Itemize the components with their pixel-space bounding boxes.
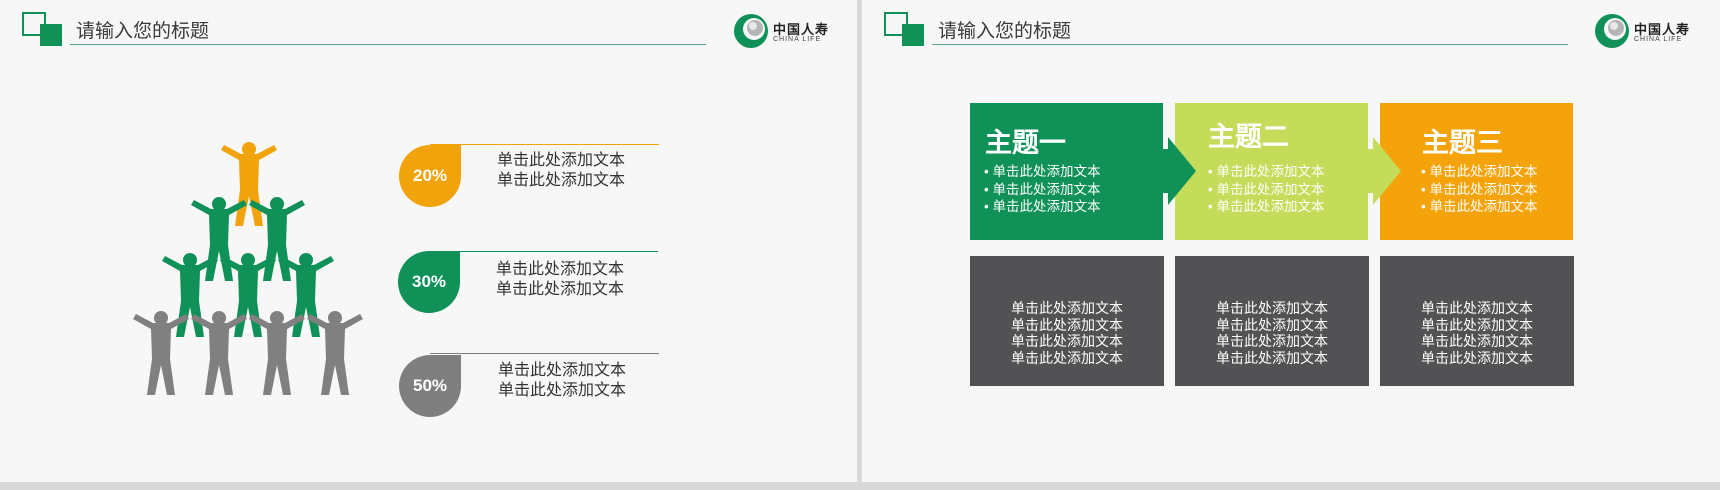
topic-title: 主题一	[985, 128, 1066, 158]
text-panel-3[interactable]: 单击此处添加文本 单击此处添加文本 单击此处添加文本 单击此处添加文本	[1380, 256, 1574, 386]
row-divider	[430, 353, 659, 354]
logo-text-en: CHINA LIFE	[773, 36, 822, 43]
panel-line: 单击此处添加文本	[1216, 316, 1328, 333]
row-text-line: 单击此处添加文本	[497, 172, 626, 189]
bullet-item: • 单击此处添加文本	[1421, 181, 1538, 197]
header-square-fill	[40, 24, 62, 46]
row-text-line: 单击此处添加文本	[498, 382, 627, 399]
bullet-item: • 单击此处添加文本	[1208, 181, 1325, 197]
panel-line: 单击此处添加文本	[1011, 300, 1123, 316]
china-life-logo-icon	[1595, 14, 1629, 48]
title-underline	[932, 44, 1568, 45]
panel-line: 单击此处添加文本	[1421, 349, 1533, 366]
row-text[interactable]: 单击此处添加文本 单击此处添加文本	[496, 260, 624, 300]
china-life-logo: 中国人寿 CHINA LIFE	[1594, 13, 1704, 49]
bullet-item: • 单击此处添加文本	[984, 164, 1101, 179]
panel-line: 单击此处添加文本	[1216, 300, 1328, 316]
china-life-logo: 中国人寿 CHINA LIFE	[733, 13, 843, 49]
panel-line: 单击此处添加文本	[1216, 333, 1328, 349]
panel-text: 单击此处添加文本 单击此处添加文本 单击此处添加文本 单击此处添加文本	[970, 300, 1164, 366]
topic-bullets: • 单击此处添加文本 • 单击此处添加文本 • 单击此处添加文本	[984, 163, 1100, 216]
topic-title: 主题二	[1208, 122, 1289, 152]
row-text-line: 单击此处添加文本	[498, 362, 627, 379]
arrow-right-icon	[1160, 137, 1196, 205]
arrow-right-icon	[1365, 137, 1401, 205]
text-panel-2[interactable]: 单击此处添加文本 单击此处添加文本 单击此处添加文本 单击此处添加文本	[1175, 256, 1369, 386]
row-text[interactable]: 单击此处添加文本 单击此处添加文本	[498, 361, 626, 401]
topic-box-1[interactable]: 主题一 • 单击此处添加文本 • 单击此处添加文本 • 单击此处添加文本	[970, 103, 1163, 240]
row-divider	[430, 144, 659, 145]
panel-line: 单击此处添加文本	[1011, 333, 1123, 349]
slide-title[interactable]: 请输入您的标题	[76, 16, 209, 43]
panel-line: 单击此处添加文本	[1421, 333, 1533, 349]
topic-box-2[interactable]: 主题二 • 单击此处添加文本 • 单击此处添加文本 • 单击此处添加文本	[1175, 103, 1368, 240]
panel-text: 单击此处添加文本 单击此处添加文本 单击此处添加文本 单击此处添加文本	[1175, 300, 1369, 366]
bullet-item: • 单击此处添加文本	[984, 181, 1101, 197]
topic-box-3[interactable]: 主题三 • 单击此处添加文本 • 单击此处添加文本 • 单击此处添加文本	[1380, 103, 1573, 240]
panel-line: 单击此处添加文本	[1216, 349, 1328, 366]
slide-left: 请输入您的标题 中国人寿 CHINA LIFE 20% 单击此处添加文本 单击此…	[0, 0, 857, 482]
percent-badge: 30%	[398, 251, 460, 313]
human-pyramid-illustration	[133, 142, 363, 395]
china-life-logo-icon	[734, 14, 768, 48]
text-panel-1[interactable]: 单击此处添加文本 单击此处添加文本 单击此处添加文本 单击此处添加文本	[970, 256, 1164, 386]
panel-line: 单击此处添加文本	[1421, 316, 1533, 333]
topic-bullets: • 单击此处添加文本 • 单击此处添加文本 • 单击此处添加文本	[1421, 163, 1537, 216]
percent-badge: 50%	[399, 355, 461, 417]
row-text-line: 单击此处添加文本	[496, 261, 625, 278]
bullet-item: • 单击此处添加文本	[1421, 199, 1538, 214]
slide-right: 请输入您的标题 中国人寿 CHINA LIFE 主题一 • 单击此处添加文本 •…	[862, 0, 1720, 482]
panel-text: 单击此处添加文本 单击此处添加文本 单击此处添加文本 单击此处添加文本	[1380, 300, 1574, 366]
topic-bullets: • 单击此处添加文本 • 单击此处添加文本 • 单击此处添加文本	[1208, 163, 1324, 216]
bullet-item: • 单击此处添加文本	[1421, 164, 1538, 179]
row-text-line: 单击此处添加文本	[497, 152, 626, 169]
bullet-item: • 单击此处添加文本	[1208, 164, 1325, 179]
logo-text-en: CHINA LIFE	[1634, 36, 1683, 43]
bullet-item: • 单击此处添加文本	[984, 199, 1101, 214]
topic-title: 主题三	[1422, 128, 1503, 158]
title-underline	[70, 44, 706, 45]
row-text[interactable]: 单击此处添加文本 单击此处添加文本	[497, 151, 625, 191]
row-text-line: 单击此处添加文本	[496, 281, 625, 298]
slide-title[interactable]: 请输入您的标题	[938, 16, 1071, 43]
panel-line: 单击此处添加文本	[1421, 300, 1533, 316]
panel-line: 单击此处添加文本	[1011, 349, 1123, 366]
percent-badge: 20%	[399, 145, 461, 207]
panel-line: 单击此处添加文本	[1011, 316, 1123, 333]
bullet-item: • 单击此处添加文本	[1208, 199, 1325, 214]
row-divider	[429, 251, 658, 252]
header-square-fill	[902, 24, 924, 46]
